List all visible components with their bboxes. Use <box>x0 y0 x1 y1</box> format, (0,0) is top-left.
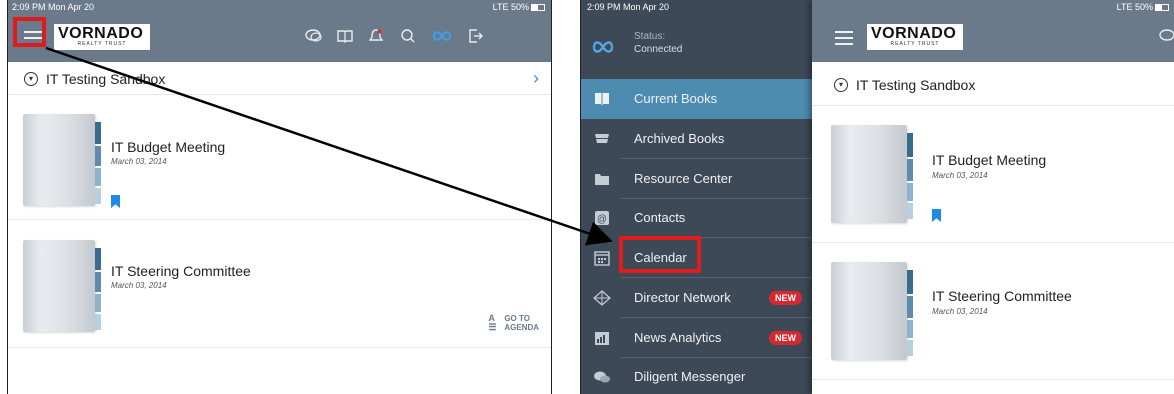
status-bar: LTE 50% <box>812 0 1174 14</box>
sidebar-item-contacts[interactable]: @ Contacts <box>581 198 812 238</box>
book-icon <box>593 91 611 107</box>
chevron-down-icon: ▾ <box>834 78 848 92</box>
sidebar-item-label: Contacts <box>634 210 686 225</box>
sandbox-title: IT Testing Sandbox <box>46 71 166 87</box>
svg-text:@: @ <box>597 214 607 225</box>
network-icon <box>593 290 611 306</box>
messenger-icon <box>593 369 611 385</box>
top-nav-bar: VORNADO REALTY TRUST <box>812 14 1174 62</box>
book-date: March 03, 2014 <box>932 171 988 180</box>
menu-highlight-box <box>13 17 46 47</box>
chat-icon[interactable] <box>1158 28 1174 49</box>
sidebar-item-label: Archived Books <box>634 131 725 146</box>
search-icon[interactable] <box>398 28 418 49</box>
status-bar: 2:09 PM Mon Apr 20 LTE 50% <box>8 0 551 14</box>
battery-icon <box>1155 4 1169 12</box>
sidebar-item-news-analytics[interactable]: News Analytics NEW <box>581 318 812 358</box>
book-title: IT Steering Committee <box>111 263 251 279</box>
book-title: IT Budget Meeting <box>111 139 226 155</box>
new-badge: NEW <box>769 291 802 305</box>
book-date: March 03, 2014 <box>932 307 988 316</box>
chevron-down-icon: ▾ <box>24 72 38 86</box>
book-row[interactable]: IT Steering Committee March 03, 2014 <box>812 244 1174 380</box>
connection-status: Status: Connected <box>634 31 683 55</box>
sandbox-selector[interactable]: ▾ IT Testing Sandbox › <box>8 62 551 95</box>
book-cover <box>23 114 101 206</box>
top-nav-bar: VORNADO REALTY TRUST <box>8 14 551 62</box>
sidebar-item-director-network[interactable]: Director Network NEW <box>581 278 812 318</box>
book-icon[interactable] <box>335 28 355 49</box>
right-ipad-screen: 2:09 PM Mon Apr 20 Status: Connected Cur… <box>580 0 1174 394</box>
book-cover <box>831 125 913 223</box>
status-time: 2:09 PM Mon Apr 20 <box>587 2 670 12</box>
sidebar-menu: 2:09 PM Mon Apr 20 Status: Connected Cur… <box>581 0 812 394</box>
book-cover <box>831 262 913 360</box>
sidebar-item-label: Current Books <box>634 91 718 106</box>
menu-button[interactable] <box>831 25 857 51</box>
status-signal: LTE 50% <box>493 0 545 14</box>
left-ipad-screen: 2:09 PM Mon Apr 20 LTE 50% VORNADO REALT… <box>7 0 552 394</box>
bookmark-icon[interactable] <box>111 195 120 208</box>
new-badge: NEW <box>769 331 802 345</box>
book-row[interactable]: IT Steering Committee March 03, 2014 A ☰ … <box>8 221 551 348</box>
chat-icon[interactable] <box>304 28 324 49</box>
sidebar-item-resource-center[interactable]: Resource Center <box>581 159 812 199</box>
sidebar-item-label: News Analytics <box>634 330 722 345</box>
sidebar-item-current-books[interactable]: Current Books <box>581 79 812 119</box>
sandbox-selector[interactable]: ▾ IT Testing Sandbox <box>812 62 1174 106</box>
status-signal: LTE 50% <box>1117 0 1169 14</box>
vornado-logo: VORNADO REALTY TRUST <box>54 24 150 50</box>
folder-icon <box>593 171 611 187</box>
book-row[interactable]: IT Budget Meeting March 03, 2014 <box>812 107 1174 243</box>
status-time: 2:09 PM Mon Apr 20 <box>12 2 95 12</box>
book-row[interactable]: IT Budget Meeting March 03, 2014 <box>8 96 551 220</box>
book-title: IT Steering Committee <box>932 288 1072 304</box>
archive-icon <box>593 131 611 147</box>
go-to-agenda-button[interactable]: A ☰ GO TO AGENDA <box>488 314 539 333</box>
calendar-icon <box>593 250 611 266</box>
chevron-right-icon[interactable]: › <box>533 68 539 89</box>
book-cover <box>23 240 101 332</box>
sandbox-title: IT Testing Sandbox <box>856 77 976 93</box>
infinity-icon <box>591 38 615 58</box>
sidebar-item-label: Diligent Messenger <box>634 369 746 384</box>
analytics-icon <box>593 330 611 346</box>
book-date: March 03, 2014 <box>111 157 167 166</box>
sidebar-item-archived-books[interactable]: Archived Books <box>581 119 812 159</box>
agenda-icon: A ☰ <box>488 313 497 332</box>
bell-icon[interactable] <box>366 28 386 49</box>
calendar-highlight-box <box>619 236 701 273</box>
vornado-logo: VORNADO REALTY TRUST <box>867 24 963 50</box>
battery-icon <box>531 4 545 12</box>
infinity-icon[interactable] <box>432 28 452 49</box>
annotated-screenshot: 2:09 PM Mon Apr 20 LTE 50% VORNADO REALT… <box>0 0 1174 394</box>
at-sign-icon: @ <box>593 210 611 226</box>
book-date: March 03, 2014 <box>111 281 167 290</box>
logout-icon[interactable] <box>466 28 486 49</box>
book-title: IT Budget Meeting <box>932 152 1047 168</box>
sidebar-item-label: Director Network <box>634 290 731 305</box>
bookmark-icon[interactable] <box>932 209 941 222</box>
main-content: LTE 50% VORNADO REALTY TRUST ▾ IT Testin… <box>812 0 1174 394</box>
sidebar-item-label: Resource Center <box>634 171 733 186</box>
sidebar-item-diligent-messenger[interactable]: Diligent Messenger <box>581 357 812 394</box>
